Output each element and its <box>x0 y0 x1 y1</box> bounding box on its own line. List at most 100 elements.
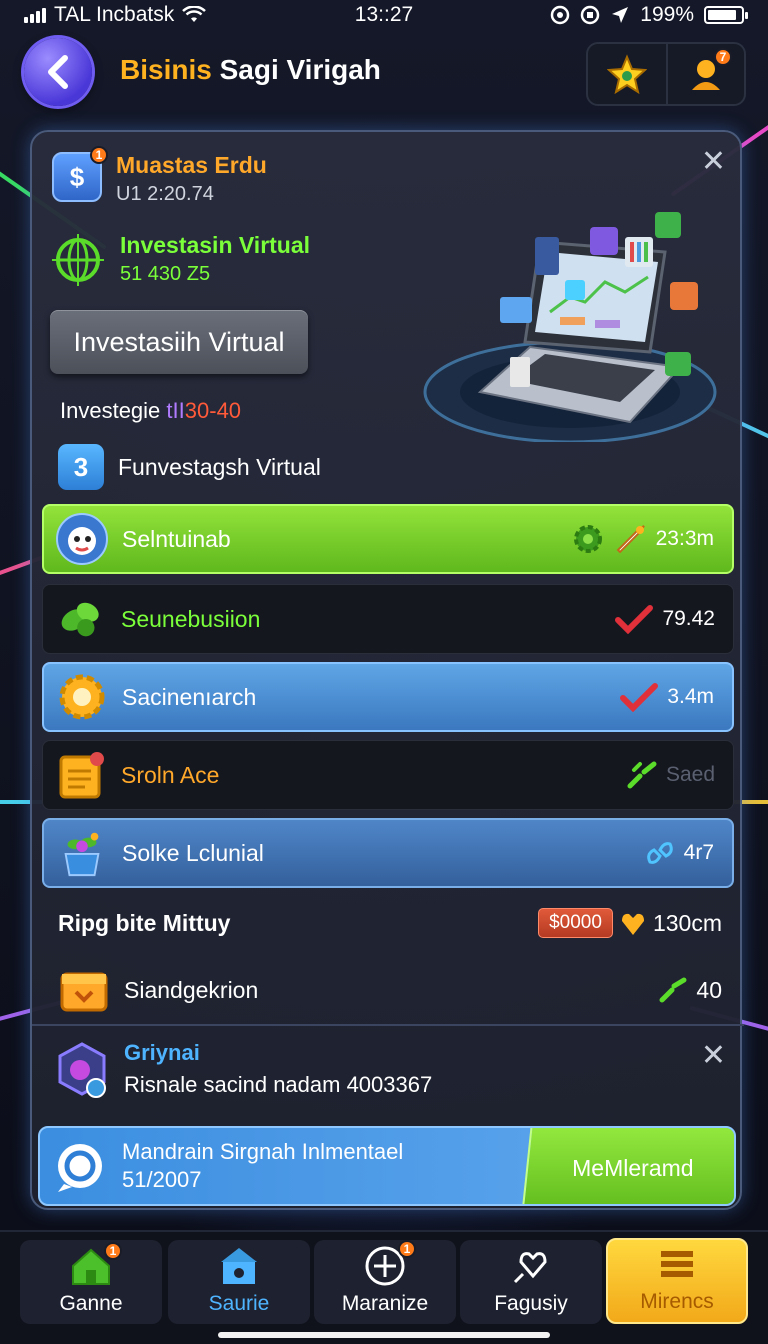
info-item-investment: Investasin Virtual 51 430 Z5 <box>50 232 310 288</box>
battery-percent: 199% <box>640 3 694 26</box>
list-item-label: Seunebusiion <box>121 605 261 632</box>
tab-label: Ganne <box>59 1292 123 1315</box>
notice-text: Risnale sacind nadam 4003367 <box>124 1072 433 1097</box>
fund-virtual-row[interactable]: 3 Funvestagsh Virtual <box>58 444 321 490</box>
alarm-icon <box>551 5 570 25</box>
profile-badge: 7 <box>714 48 732 66</box>
status-bar: TAL Incbatsk 13::27 199% <box>0 0 768 30</box>
battery-icon <box>704 6 748 24</box>
list-item-value: 3.4m <box>667 685 714 708</box>
tab-store[interactable]: Saurie <box>168 1240 310 1324</box>
tab-label: Mirencs <box>640 1290 714 1313</box>
promo-banner: Mandrain Sirgnah Inlmentael 51/2007 MeMl… <box>38 1126 736 1206</box>
tab-label: Fagusiy <box>494 1292 568 1315</box>
rocket-icon <box>616 525 645 554</box>
signal-icon <box>24 7 46 23</box>
list-item-value: 40 <box>696 976 722 1003</box>
tab-game[interactable]: 1 Ganne <box>20 1240 162 1324</box>
plus-circle-icon: 1 <box>362 1240 416 1286</box>
shop-icon <box>216 1246 262 1286</box>
list-item-label: Selntuinab <box>122 525 231 552</box>
info-item-wallet: $ 1 Muastas Erdu U1 2:20.74 <box>52 146 267 206</box>
wifi-icon <box>182 6 207 22</box>
list-item-label: Siandgekrion <box>124 976 259 1003</box>
investment-sub: 51 430 Z5 <box>120 263 211 285</box>
list-item-label: Solke Lclunial <box>122 839 264 866</box>
list-item-value: 4r7 <box>683 841 714 864</box>
menu-icon <box>654 1244 700 1284</box>
location-icon <box>612 7 629 23</box>
fund-virtual-label: Funvestagsh Virtual <box>118 453 321 480</box>
check-icon <box>615 605 654 634</box>
globe-icon <box>52 234 104 286</box>
chevron-left-icon <box>48 55 68 89</box>
invest-range: Investegie tII30-40 <box>60 398 242 423</box>
page-title: Bisinis Sagi Virigah <box>120 54 381 85</box>
tab-badge: 1 <box>104 1242 122 1260</box>
promo-subtitle: 51/2007 <box>122 1167 202 1192</box>
link-icon <box>659 977 687 1003</box>
link-icon <box>646 842 673 864</box>
box-icon <box>60 972 108 1012</box>
list-item-label: Sroln Ace <box>121 761 220 788</box>
mascot-icon <box>56 513 108 565</box>
list-item[interactable]: Selntuinab 23:3m <box>42 504 734 574</box>
tab-label: Saurie <box>208 1292 270 1315</box>
tab-manage[interactable]: 1 Maranize <box>314 1240 456 1324</box>
tab-favorites[interactable]: Fagusiy <box>460 1240 602 1324</box>
top-actions: 7 <box>586 42 746 106</box>
close-icon[interactable]: ✕ <box>701 144 726 179</box>
settings-badge-icon <box>56 671 108 723</box>
notice-title: Griynai <box>124 1040 200 1065</box>
wallet-icon: $ 1 <box>52 146 108 202</box>
laptop-illustration <box>423 212 717 442</box>
list-item[interactable]: Sroln Ace Saed <box>42 740 734 810</box>
document-icon <box>55 749 107 801</box>
wallet-badge: 1 <box>90 146 108 164</box>
promo-button[interactable]: MeMleramd <box>522 1128 734 1204</box>
achievements-button[interactable] <box>588 44 666 104</box>
back-button[interactable] <box>24 38 92 106</box>
promo-title: Mandrain Sirgnah Inlmentael <box>122 1139 404 1164</box>
home-indicator <box>218 1332 550 1338</box>
profile-button[interactable]: 7 <box>666 44 744 104</box>
gear-icon <box>573 525 602 553</box>
list-item-value: Saed <box>665 763 715 786</box>
tab-label: Maranize <box>341 1292 429 1315</box>
home-icon: 1 <box>68 1242 122 1286</box>
hexagon-badge-icon <box>58 1042 106 1098</box>
notice: Griynai Risnale sacind nadam 4003367 <box>54 1040 432 1102</box>
investment-title: Investasin Virtual <box>120 232 311 258</box>
star-icon <box>607 54 647 94</box>
list-item-value: 23:3m <box>655 527 714 550</box>
summary-label: Ripg bite Mittuy <box>58 909 231 936</box>
invest-virtual-button[interactable]: Investasiih Virtual <box>50 310 308 374</box>
rotation-lock-icon <box>581 5 600 25</box>
wallet-title: Muastas Erdu <box>116 152 267 178</box>
wallet-sub: U1 2:20.74 <box>116 183 214 205</box>
list-item[interactable]: Seunebusiion 79.42 <box>42 584 734 654</box>
heart-shield-icon <box>621 913 644 935</box>
tab-badge: 1 <box>398 1240 416 1258</box>
leaf-icon <box>55 593 107 645</box>
fund-icon: 3 <box>58 444 104 490</box>
link-icon <box>627 761 657 789</box>
tab-menu[interactable]: Mirencs <box>606 1238 748 1324</box>
list-item[interactable]: Siandgekrion 40 <box>58 964 722 1016</box>
summary-amount: 130cm <box>652 909 722 936</box>
summary-row: Ripg bite Mittuy $0000 130cm <box>58 908 722 938</box>
list-item[interactable]: Sacinenıarch 3.4m <box>42 662 734 732</box>
chat-bubble-icon <box>58 1144 102 1192</box>
close-icon[interactable]: ✕ <box>701 1038 726 1073</box>
list-item[interactable]: Solke Lclunial 4r7 <box>42 818 734 888</box>
list-item-value: 79.42 <box>662 607 715 630</box>
bottom-nav: 1 Ganne Saurie 1 Maranize Fagusiy Mirenc… <box>0 1230 768 1344</box>
carrier-name: TAL Incbatsk <box>54 3 175 26</box>
check-icon <box>620 683 659 712</box>
plant-pot-icon <box>56 827 108 879</box>
price-tag[interactable]: $0000 <box>538 908 613 938</box>
list-item-label: Sacinenıarch <box>122 683 257 710</box>
header: Bisinis Sagi Virigah 7 <box>0 38 768 108</box>
search-heart-icon <box>508 1246 554 1286</box>
main-panel: ✕ $ 1 Muastas Erdu U1 2:20.74 Investasin… <box>30 130 744 1210</box>
